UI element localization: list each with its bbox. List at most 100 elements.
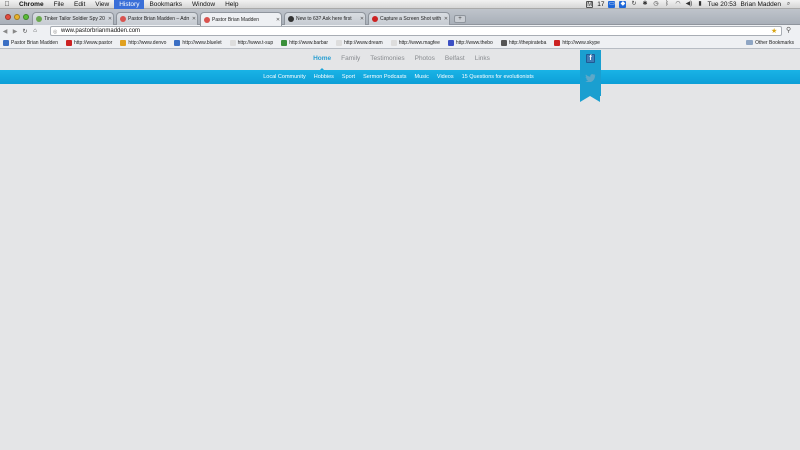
nav-link-testimonies[interactable]: Testimonies (365, 50, 409, 70)
zoom-window-icon[interactable] (23, 14, 29, 20)
address-bar-url: www.pastorbrianmadden.com (61, 28, 141, 34)
bookmarks-bar: Pastor Brian Madden http://www.pastor ht… (0, 37, 800, 49)
minimize-window-icon[interactable] (14, 14, 20, 20)
user-name[interactable]: Brian Madden (741, 1, 781, 8)
bookmark-item[interactable]: http://www.bluelet (174, 39, 222, 46)
tab-close-icon[interactable]: ✕ (275, 17, 281, 23)
browser-tab[interactable]: Tinker Tailor Soldier Spy 20 ✕ (32, 12, 114, 25)
tab-close-icon[interactable]: ✕ (107, 16, 113, 22)
nav-link-links[interactable]: Links (470, 50, 495, 70)
time-machine-icon[interactable]: ◷ (652, 1, 659, 8)
battery-count: 17 (597, 1, 605, 8)
bookmark-favicon-icon (229, 39, 236, 46)
menu-help[interactable]: Help (220, 0, 243, 9)
bookmark-item[interactable]: http://www.barbar (281, 39, 329, 46)
bookmark-item[interactable]: http://www.denvo (120, 39, 167, 46)
browser-tab[interactable]: New to 63? Ask here first ✕ (284, 12, 366, 25)
browser-tab[interactable]: Capture a Screen Shot with ✕ (368, 12, 450, 25)
bookmark-favicon-icon (3, 39, 9, 46)
tab-favicon-icon (36, 16, 42, 22)
bookmark-label: http://www.t-sup (237, 39, 274, 46)
menu-edit[interactable]: Edit (69, 0, 90, 9)
bookmark-favicon-icon (174, 39, 181, 46)
wrench-menu-icon[interactable]: ⚲ (786, 26, 791, 34)
other-bookmarks-button[interactable]: Other Bookmarks (746, 40, 794, 46)
bookmark-favicon-icon (120, 39, 127, 46)
nav-link-home[interactable]: Home (308, 50, 336, 71)
address-bar[interactable]: ◎ www.pastorbrianmadden.com (50, 26, 782, 36)
volume-icon[interactable]: ◀) (685, 1, 693, 8)
bookmark-favicon-icon (65, 39, 72, 46)
bookmark-item[interactable]: Pastor Brian Madden (3, 39, 58, 46)
subnav-link-videos[interactable]: Videos (433, 74, 458, 80)
facebook-icon[interactable]: f (586, 54, 595, 63)
subnav-link-sport[interactable]: Sport (338, 74, 359, 80)
bookmark-item[interactable]: http://www.t-sup (229, 39, 274, 46)
menubar-status-area: M 17 ▭ ◆ ↻ ✱ ◷ ᛒ ◠ ◀) ▮ Tue 20:53 Brian … (586, 0, 800, 9)
twitter-bird-icon[interactable] (585, 74, 596, 82)
tab-title: Pastor Brian Madden – Adm (128, 16, 189, 22)
bookmark-label: http://www.magfee (398, 39, 440, 46)
nav-link-photos[interactable]: Photos (410, 50, 440, 70)
menu-history[interactable]: History (114, 0, 145, 9)
dropbox-icon[interactable]: ◆ (619, 1, 627, 8)
battery-icon[interactable]: ▮ (696, 1, 703, 8)
mail-status-icon[interactable]: M (586, 1, 594, 8)
menu-file[interactable]: File (49, 0, 69, 9)
wifi-icon[interactable]: ◠ (674, 1, 681, 8)
tab-title: Pastor Brian Madden (212, 16, 259, 23)
bookmark-favicon-icon (390, 39, 397, 46)
browser-tab-active[interactable]: Pastor Brian Madden ✕ (200, 12, 282, 26)
subnav-link-music[interactable]: Music (411, 74, 433, 80)
nav-link-family[interactable]: Family (336, 50, 365, 70)
tab-favicon-icon (372, 16, 378, 22)
other-bookmarks-label: Other Bookmarks (755, 40, 794, 46)
menu-bookmarks[interactable]: Bookmarks (144, 0, 187, 9)
menu-view[interactable]: View (90, 0, 114, 9)
social-ribbon: f (580, 50, 601, 102)
sync-icon[interactable]: ↻ (630, 1, 637, 8)
forward-arrow-icon[interactable]: ▶ (10, 28, 20, 35)
bookmark-label: http://www.skype (562, 39, 600, 46)
bookmark-item[interactable]: http://www.thebo (447, 39, 493, 46)
subnav-link-local-community[interactable]: Local Community (259, 74, 310, 80)
bookmark-label: http://www.denvo (128, 39, 167, 46)
back-arrow-icon[interactable]: ◀ (0, 28, 10, 35)
spotlight-search-icon[interactable]: ⌕ (785, 1, 792, 8)
page-info-icon[interactable]: ◎ (53, 28, 57, 36)
home-icon[interactable]: ⌂ (30, 28, 40, 34)
clock[interactable]: Tue 20:53 (707, 1, 736, 8)
bookmark-label: Pastor Brian Madden (11, 39, 58, 46)
bookmark-label: http://www.barbar (289, 39, 329, 46)
bookmark-star-icon[interactable]: ★ (771, 27, 777, 35)
display-icon[interactable]: ▭ (608, 1, 616, 8)
site-sub-nav: Local Community Hobbies Sport Sermon Pod… (0, 70, 800, 84)
gear-icon[interactable]: ✱ (641, 1, 648, 8)
tab-close-icon[interactable]: ✕ (191, 16, 197, 22)
bookmark-item[interactable]: http://thepirateba (500, 39, 546, 46)
tab-strip: Tinker Tailor Soldier Spy 20 ✕ Pastor Br… (0, 9, 800, 26)
bookmark-label: http://www.dream (344, 39, 383, 46)
subnav-link-hobbies[interactable]: Hobbies (310, 74, 338, 80)
bookmark-item[interactable]: http://www.dream (336, 39, 383, 46)
subnav-link-15-questions[interactable]: 15 Questions for evolutionists (458, 74, 538, 80)
reload-icon[interactable]: ↻ (20, 28, 30, 35)
macos-menubar:  Chrome File Edit View History Bookmark… (0, 0, 800, 9)
apple-menu-icon[interactable]:  (0, 1, 14, 8)
nav-link-belfast[interactable]: Belfast (440, 50, 470, 70)
bluetooth-icon[interactable]: ᛒ (663, 1, 670, 8)
tab-favicon-icon (120, 16, 126, 22)
subnav-link-sermon-podcasts[interactable]: Sermon Podcasts (359, 74, 410, 80)
bookmark-item[interactable]: http://www.pastor (65, 39, 112, 46)
bookmark-item[interactable]: http://www.skype (554, 39, 600, 46)
close-window-icon[interactable] (5, 14, 11, 20)
menu-window[interactable]: Window (187, 0, 220, 9)
tab-favicon-icon (288, 16, 294, 22)
bookmark-label: http://www.bluelet (182, 39, 222, 46)
browser-tab[interactable]: Pastor Brian Madden – Adm ✕ (116, 12, 198, 25)
new-tab-button[interactable]: + (454, 15, 466, 23)
tab-close-icon[interactable]: ✕ (359, 16, 365, 22)
bookmark-item[interactable]: http://www.magfee (390, 39, 440, 46)
tab-close-icon[interactable]: ✕ (443, 16, 449, 22)
menu-app-chrome[interactable]: Chrome (14, 0, 49, 9)
